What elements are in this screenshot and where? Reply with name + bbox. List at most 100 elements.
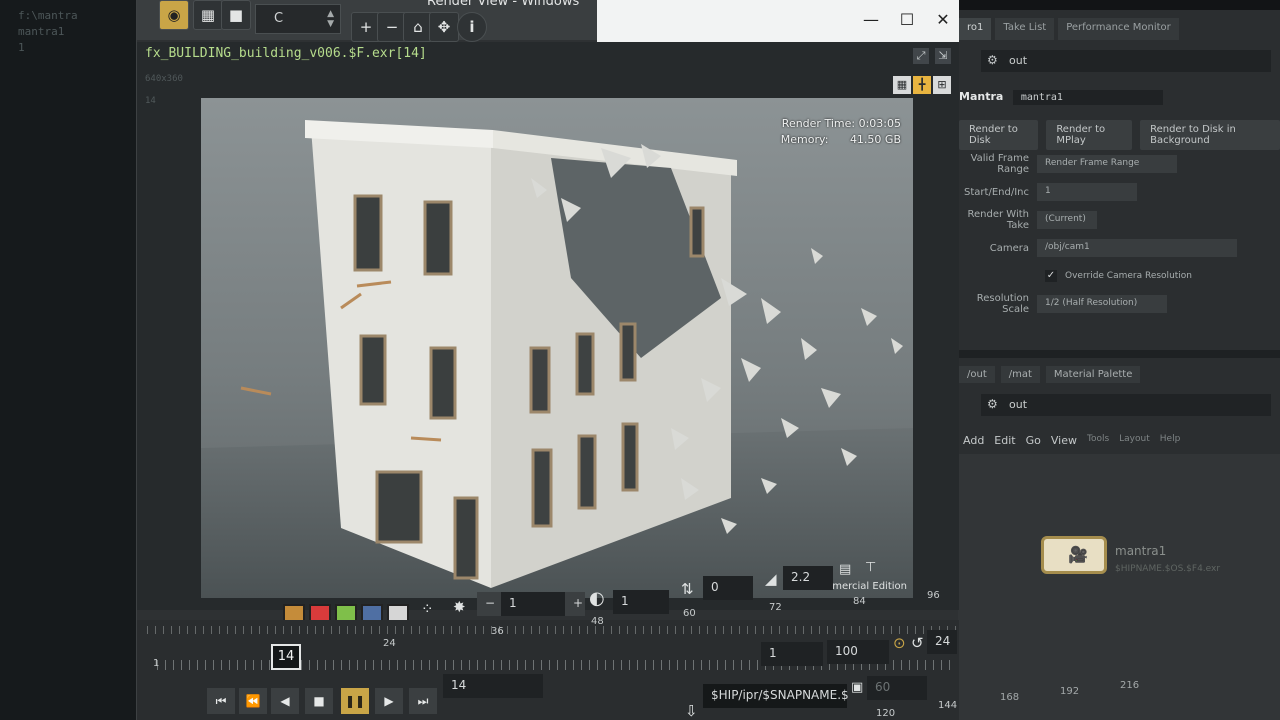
jump-start-icon[interactable]: ⏮ xyxy=(207,688,235,714)
param-field[interactable]: /obj/cam1 xyxy=(1037,239,1237,257)
checkbox-label: Override Camera Resolution xyxy=(1065,271,1193,281)
param-row: Resolution Scale 1/2 (Half Resolution) xyxy=(955,290,1280,318)
tab-performance-monitor[interactable]: Performance Monitor xyxy=(1058,18,1179,40)
gamma2-field[interactable]: 2.2 xyxy=(783,566,833,590)
window-title: Render View - Windows xyxy=(427,0,580,9)
step-back-icon[interactable]: ⏪ xyxy=(239,688,267,714)
fit-icon[interactable]: ✥ xyxy=(429,12,459,42)
param-row: Start/End/Inc 1 xyxy=(955,178,1280,206)
tab-material-palette[interactable]: Material Palette xyxy=(1045,366,1141,383)
tick-label: 96 xyxy=(927,590,940,601)
tab-ro1[interactable]: ro1 xyxy=(959,18,992,40)
levels-icon[interactable]: ⇅ xyxy=(681,580,694,598)
play-reverse-icon[interactable]: ◀ xyxy=(271,688,299,714)
browse-icon[interactable]: ▣ xyxy=(851,680,863,695)
exposure-plus-button[interactable]: + xyxy=(565,592,585,616)
render-image-content xyxy=(201,98,913,598)
memory-label: Memory: xyxy=(780,133,829,146)
exposure-field[interactable]: 1 xyxy=(501,592,565,616)
snapshot-save-icon[interactable]: ⇩ xyxy=(685,702,698,720)
memory-value: 41.50 GB xyxy=(849,133,901,146)
view-mode-icons: ▦ ╋ ⊞ xyxy=(893,76,951,94)
menu-add[interactable]: Add xyxy=(963,434,984,447)
stop-icon[interactable]: ■ xyxy=(305,688,333,714)
param-field[interactable]: Render Frame Range xyxy=(1037,155,1177,173)
gamma-field[interactable]: 1 xyxy=(613,590,669,614)
close-button[interactable]: ✕ xyxy=(933,10,953,29)
checkbox[interactable]: ✓ xyxy=(1045,270,1057,282)
memory-row: Memory: 41.50 GB xyxy=(781,132,901,148)
render-to-mplay-button[interactable]: Render to MPlay xyxy=(1046,120,1133,150)
gamma-curve-icon[interactable]: ◢ xyxy=(765,570,777,588)
mantra-node[interactable]: 🎥 xyxy=(1041,536,1107,574)
node-name-field[interactable]: mantra1 xyxy=(1012,90,1163,105)
pane-divider[interactable] xyxy=(955,350,1280,358)
contrast-icon[interactable]: ◐ xyxy=(589,588,605,609)
timeline-ruler-top xyxy=(147,626,957,634)
play-forward-icon[interactable]: ▶ xyxy=(375,688,403,714)
render-viewport: fx_BUILDING_building_v006.$F.exr[14] 640… xyxy=(137,42,959,610)
lut-icon[interactable]: ▤ xyxy=(839,562,851,577)
menu-edit[interactable]: Edit xyxy=(994,434,1015,447)
network-editor[interactable]: 🎥 mantra1 $HIPNAME.$OS.$F4.exr xyxy=(955,454,1280,720)
range-start-field[interactable]: 1 xyxy=(761,642,823,666)
render-background-button[interactable]: Render to Disk in Background xyxy=(1140,120,1280,150)
param-field[interactable]: 1/2 (Half Resolution) xyxy=(1037,295,1167,313)
fps-field[interactable]: 24 xyxy=(927,630,957,654)
menu-view[interactable]: View xyxy=(1051,434,1077,447)
sun-icon[interactable]: ✸ xyxy=(453,598,466,616)
param-field[interactable]: (Current) xyxy=(1037,211,1097,229)
quad-view-icon[interactable]: ⊞ xyxy=(933,76,951,94)
maximize-button[interactable]: ☐ xyxy=(897,10,917,29)
menu-layout[interactable]: Layout xyxy=(1119,434,1150,447)
menu-tools[interactable]: Tools xyxy=(1087,434,1109,447)
current-frame-marker[interactable]: 14 xyxy=(271,644,301,670)
channel-select[interactable]: C ▲ ▼ xyxy=(255,4,341,34)
render-stats: Render Time: 0:03:05 Memory: 41.50 GB xyxy=(781,116,901,148)
adjust-icon[interactable]: ⊤ xyxy=(865,560,876,575)
right-panel: ro1 Take List Performance Monitor ⚙ out … xyxy=(955,10,1280,720)
split-icon[interactable]: ⤢ xyxy=(913,48,929,64)
tab-mat[interactable]: /mat xyxy=(1000,366,1040,383)
path-text: out xyxy=(1009,398,1028,411)
info-icon[interactable]: i xyxy=(457,12,487,42)
network-path-field[interactable]: ⚙ out xyxy=(981,394,1271,416)
render-time-value: 0:03:05 xyxy=(858,117,901,130)
param-row: Camera /obj/cam1 xyxy=(955,234,1280,262)
single-view-icon[interactable]: ╋ xyxy=(913,76,931,94)
pause-icon[interactable]: ❚❚ xyxy=(341,688,369,714)
tab-out[interactable]: /out xyxy=(959,366,995,383)
tick-label: 72 xyxy=(769,602,782,613)
minimize-button[interactable]: — xyxy=(861,10,881,29)
snapshot-path-field[interactable]: $HIP/ipr/$SNAPNAME.$ xyxy=(703,684,849,708)
jump-end-icon[interactable]: ⏭ xyxy=(409,688,437,714)
snapshot-icon[interactable]: ▦ xyxy=(193,0,223,30)
menu-help[interactable]: Help xyxy=(1160,434,1181,447)
param-label: Camera xyxy=(989,242,1029,254)
param-field[interactable]: 1 xyxy=(1037,183,1137,201)
render-image[interactable]: Render Time: 0:03:05 Memory: 41.50 GB No… xyxy=(201,98,913,598)
menu-go[interactable]: Go xyxy=(1026,434,1041,447)
rop-node-icon: 🎥 xyxy=(1068,545,1088,564)
grid-view-icon[interactable]: ▦ xyxy=(893,76,911,94)
channel-value: C xyxy=(274,11,284,26)
exposure-minus-button[interactable]: − xyxy=(477,592,501,616)
snapshot-frame-field[interactable]: 60 xyxy=(867,676,927,700)
render-to-disk-button[interactable]: Render to Disk xyxy=(959,120,1039,150)
camera-icon[interactable]: ■ xyxy=(221,0,251,30)
loop-icon[interactable]: ↺ xyxy=(911,634,924,652)
node-label: mantra1 xyxy=(1115,544,1167,558)
frame-field[interactable]: 14 xyxy=(443,674,543,698)
range-end-field[interactable]: 100 xyxy=(827,640,889,664)
realtime-toggle-icon[interactable]: ⊙ xyxy=(893,634,906,652)
export-icon[interactable]: ⇲ xyxy=(935,48,951,64)
sparkle-icon[interactable]: ⁘ xyxy=(421,600,434,618)
render-icon[interactable]: ◉ xyxy=(159,0,189,30)
node-type-label: Mantra xyxy=(959,90,1004,103)
parameter-path-field[interactable]: ⚙ out xyxy=(981,50,1271,72)
param-label: Resolution Scale xyxy=(976,293,1029,315)
offset-field[interactable]: 0 xyxy=(703,576,753,600)
tab-take-list[interactable]: Take List xyxy=(995,18,1055,40)
network-tabs: /out /mat Material Palette xyxy=(959,366,1141,383)
image-meta: 640x360 14 xyxy=(145,68,183,112)
